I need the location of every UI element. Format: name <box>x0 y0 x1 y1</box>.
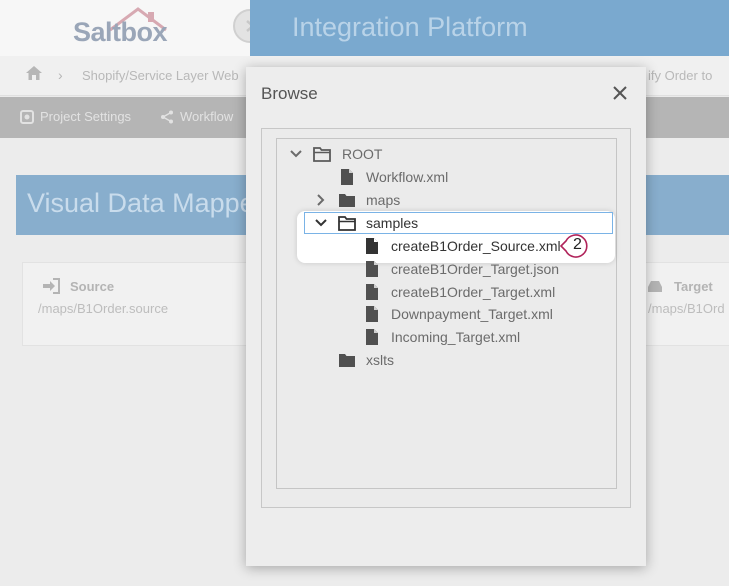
home-icon[interactable] <box>25 65 43 81</box>
page-title: Visual Data Mapper <box>27 188 264 218</box>
tree-label: Workflow.xml <box>366 169 449 185</box>
target-header: Target <box>646 278 713 294</box>
file-icon <box>366 238 378 254</box>
logo-area: Saltbox <box>0 0 250 56</box>
breadcrumb-item[interactable]: ify Order to <box>648 68 712 83</box>
file-icon <box>366 284 378 300</box>
workflow-button[interactable]: Workflow <box>160 109 233 124</box>
tree-node-xslts[interactable]: xslts <box>288 349 608 372</box>
tree-node-file[interactable]: Downpayment_Target.xml <box>288 303 608 326</box>
tree-label: createB1Order_Target.xml <box>391 284 556 300</box>
tree-label: samples <box>366 215 419 231</box>
tree-label: createB1Order_Source.xml <box>391 238 561 254</box>
target-path: /maps/B1Ord <box>648 301 725 316</box>
close-icon <box>613 86 627 100</box>
dialog-title: Browse <box>261 84 318 103</box>
close-button[interactable] <box>610 83 630 103</box>
source-header: Source <box>42 278 114 294</box>
tree-node-maps[interactable]: maps <box>288 189 608 212</box>
tree-node-file[interactable]: createB1Order_Target.json <box>288 258 608 281</box>
tree-label: maps <box>366 192 401 208</box>
step-callout: 2 <box>559 233 592 259</box>
saltbox-logo: Saltbox <box>73 17 168 47</box>
folder-open-icon <box>338 216 356 231</box>
chevron-right-icon[interactable] <box>314 193 328 207</box>
sign-in-icon <box>43 278 60 294</box>
file-icon <box>341 169 353 185</box>
project-settings-button[interactable]: Project Settings <box>20 109 131 124</box>
file-icon <box>366 306 378 322</box>
tree-node-file[interactable]: createB1Order_Target.xml <box>288 281 608 304</box>
inbox-icon <box>648 281 662 292</box>
chevron-down-icon[interactable] <box>289 147 303 161</box>
tree-node-file[interactable]: Workflow.xml <box>288 166 608 189</box>
app-title: Integration Platform <box>292 12 528 42</box>
tree-label: Incoming_Target.xml <box>391 329 521 345</box>
tree-node-samples[interactable]: samples <box>288 212 608 235</box>
chevron-right-icon: › <box>58 67 63 83</box>
settings-icon <box>20 109 34 124</box>
source-label: Source <box>70 278 115 294</box>
folder-open-icon <box>313 147 331 162</box>
callout-number: 2 <box>573 236 582 253</box>
tree-label: xslts <box>366 352 394 368</box>
chevron-down-icon[interactable] <box>314 216 328 230</box>
breadcrumb-item[interactable]: Shopify/Service Layer Web <box>82 68 239 83</box>
project-settings-label: Project Settings <box>40 109 132 124</box>
tree-node-root[interactable]: ROOT <box>288 143 608 166</box>
tree-label: ROOT <box>342 146 383 162</box>
tree-label: Downpayment_Target.xml <box>391 306 553 322</box>
folder-icon <box>339 354 355 367</box>
file-icon <box>366 329 378 345</box>
file-icon <box>366 261 378 277</box>
tree-node-file[interactable]: Incoming_Target.xml <box>288 326 608 349</box>
workflow-label: Workflow <box>180 109 234 124</box>
source-path: /maps/B1Order.source <box>38 301 169 316</box>
target-label: Target <box>674 278 713 294</box>
tree-label: createB1Order_Target.json <box>391 261 560 277</box>
app-header: Saltbox Integration Platform <box>0 0 729 56</box>
folder-icon <box>339 194 355 207</box>
share-icon <box>161 110 173 123</box>
